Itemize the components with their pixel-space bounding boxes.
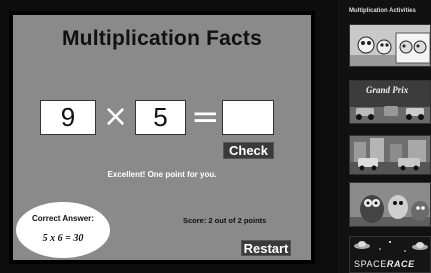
factor-a-box: 9 (40, 100, 96, 135)
city-cars-thumbnail (350, 136, 430, 174)
space-race-label-suffix: RACE (386, 259, 415, 269)
activities-sidebar: Multiplication Activities Grand Prix SPA… (338, 0, 431, 273)
correct-answer-label: Correct Answer: (32, 214, 94, 223)
grand-prix-label: Grand Prix (366, 85, 409, 95)
game-title: Multiplication Facts (61, 27, 262, 50)
grand-prix-activity[interactable]: Grand Prix (349, 80, 431, 124)
factor-b-box: 5 (135, 100, 186, 135)
correct-answer-oval: Correct Answer: 5 x 6 = 30 (16, 202, 110, 258)
equals-sign: = (191, 97, 220, 137)
game-panel: Multiplication Facts 9 × 5 = Check Excel… (9, 11, 315, 264)
monster-thumbnail (350, 183, 430, 226)
game-board: Multiplication Facts 9 × 5 = Check Excel… (13, 15, 311, 260)
answer-input[interactable] (222, 100, 274, 135)
sidebar-title: Multiplication Activities (349, 8, 416, 14)
multiply-sign: × (103, 99, 129, 134)
score-text: Score: 2 out of 2 points (183, 216, 267, 225)
city-cars-activity[interactable] (349, 135, 431, 175)
monster-activity[interactable] (349, 182, 431, 227)
space-race-label: SPACERACE (354, 259, 415, 269)
feedback-message: Excellent! One point for you. (107, 170, 217, 179)
counting-characters-activity[interactable] (349, 24, 431, 67)
counting-characters-thumbnail (350, 25, 430, 66)
space-race-activity[interactable]: SPACERACE (349, 236, 431, 273)
space-race-label-prefix: SPACE (354, 259, 387, 269)
correct-answer-equation: 5 x 6 = 30 (42, 233, 84, 244)
check-button[interactable]: Check (223, 142, 274, 159)
restart-button[interactable]: Restart (241, 240, 291, 256)
